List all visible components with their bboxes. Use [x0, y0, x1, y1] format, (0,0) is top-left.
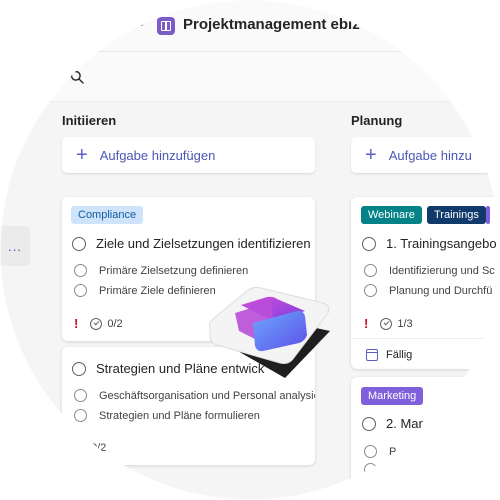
plus-icon: + [365, 144, 377, 166]
complete-task-checkbox[interactable] [362, 416, 376, 431]
subtask-item [364, 463, 389, 476]
planner-board-icon [157, 17, 175, 35]
label-compliance: Compliance [71, 206, 144, 224]
checklist-progress: 1/3 [397, 317, 413, 330]
task-title: 2. Mar [362, 416, 423, 431]
calendar-icon [366, 349, 378, 361]
subtask-item: Planung und Durchfü [364, 284, 492, 297]
subtask-item: Primäre Zielsetzung definieren [74, 264, 248, 277]
task-title: 1. Trainingsangebo [362, 236, 497, 251]
task-title-text: 2. Mar [386, 416, 423, 431]
subtask-checkbox[interactable] [364, 264, 377, 277]
planner-app: .. › Projektmanagement ebiz ... Initiier… [0, 0, 500, 500]
label-marketing: Marketing [361, 387, 424, 405]
checklist-progress: 0/2 [107, 317, 123, 330]
task-title-text: Ziele und Zielsetzungen identifizieren [96, 236, 311, 251]
complete-task-checkbox[interactable] [72, 361, 86, 376]
checklist-progress: 0/2 [91, 442, 107, 454]
task-footer: 0/2 [74, 442, 106, 454]
subtask-item: Geschäftsorganisation und Personal analy… [74, 389, 315, 402]
app-header: .. › Projektmanagement ebiz [0, 0, 500, 52]
subtask-checkbox[interactable] [74, 389, 87, 402]
add-task-label: Aufgabe hinzufügen [99, 147, 216, 163]
column-title-initiieren: Initiieren [62, 113, 117, 128]
add-task-button[interactable]: + Aufgabe hinzufügen [62, 137, 315, 173]
subtask-text: Primäre Ziele definieren [99, 284, 216, 297]
subtask-item: Strategien und Pläne formulieren [74, 409, 260, 422]
plus-icon: + [76, 144, 88, 166]
task-card[interactable]: Marketing 2. Mar P [351, 377, 500, 497]
due-date-text: Fällig [386, 349, 413, 361]
subtask-text: Geschäftsorganisation und Personal analy… [99, 389, 315, 402]
task-title: Ziele und Zielsetzungen identifizieren [72, 236, 311, 251]
subtask-text: Identifizierung und Sc [389, 264, 495, 277]
screenshot-stage: .. › Projektmanagement ebiz ... Initiier… [0, 0, 500, 500]
subtask-checkbox[interactable] [74, 409, 87, 422]
subtask-text: Strategien und Pläne formulieren [99, 409, 260, 422]
page-title: Projektmanagement ebiz [183, 16, 360, 33]
subtask-checkbox[interactable] [364, 284, 377, 297]
complete-task-checkbox[interactable] [362, 236, 376, 251]
label-trainings: Trainings [427, 206, 486, 224]
subtask-text: P [389, 445, 397, 458]
priority-important-icon: ! [364, 316, 369, 331]
label-webinare: Webinare [361, 206, 422, 224]
checklist-icon [90, 317, 103, 330]
checklist-icon [380, 317, 393, 330]
search-icon[interactable] [70, 70, 84, 84]
microsoft-loop-logo [208, 286, 330, 378]
subtask-checkbox[interactable] [74, 264, 87, 277]
column-title-planung: Planung [351, 113, 403, 128]
subtask-checkbox[interactable] [74, 284, 87, 297]
complete-task-checkbox[interactable] [72, 236, 86, 251]
divider [351, 338, 500, 339]
task-title-text: 1. Trainingsangebo [386, 236, 497, 251]
add-task-button[interactable]: + Aufgabe hinzu [351, 137, 500, 173]
more-options-button[interactable]: ... [0, 226, 30, 266]
subtask-item: Primäre Ziele definieren [74, 284, 216, 297]
add-task-label: Aufgabe hinzu [388, 147, 472, 163]
subtask-checkbox[interactable] [364, 445, 377, 458]
breadcrumb-more[interactable]: .. [128, 16, 136, 32]
priority-important-icon: ! [74, 316, 79, 331]
task-card[interactable]: Webinare Trainings 1. Trainingsangebo Id… [351, 197, 500, 369]
subtask-item: P [364, 445, 396, 458]
subtask-item: Identifizierung und Sc [364, 264, 495, 277]
chevron-right-icon: › [140, 14, 145, 31]
checklist-icon [74, 442, 86, 454]
subtask-text: Primäre Zielsetzung definieren [99, 264, 249, 277]
label-overflow [486, 206, 490, 224]
due-date[interactable]: Fällig [366, 349, 412, 361]
task-footer: ! 0/2 [74, 316, 123, 331]
task-footer: ! 1/3 [364, 316, 413, 331]
subtask-checkbox[interactable] [364, 463, 377, 476]
subtask-text: Planung und Durchfü [389, 284, 493, 297]
